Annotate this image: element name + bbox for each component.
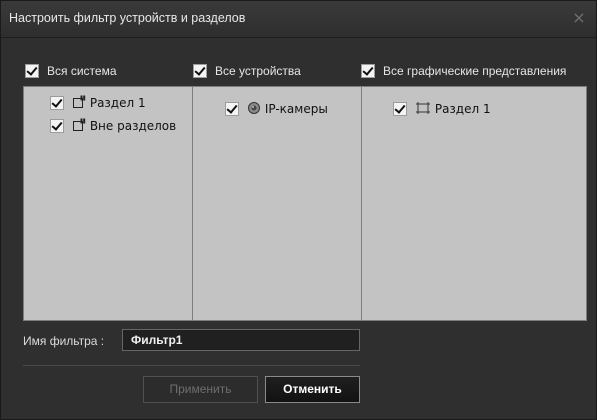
tree-item-outside-sections[interactable]: Вне разделов: [50, 118, 177, 133]
tree-item-graphic-section-1[interactable]: Раздел 1: [393, 101, 491, 116]
header-all-devices[interactable]: Все устройства: [193, 63, 301, 78]
divider: [23, 365, 360, 366]
outside-sections-label: Вне разделов: [89, 119, 177, 133]
section-icon: [72, 118, 86, 131]
all-devices-label: Все устройства: [215, 64, 301, 78]
apply-button[interactable]: Применить: [143, 376, 258, 403]
all-system-checkbox[interactable]: [25, 63, 39, 78]
filter-dialog: Настроить фильтр устройств и разделов × …: [0, 0, 597, 420]
header-all-graphics[interactable]: Все графические представления: [361, 63, 567, 78]
ip-cameras-label: IP-камеры: [264, 102, 328, 116]
section-1-label: Раздел 1: [89, 96, 146, 110]
tree-item-ip-cameras[interactable]: IP-камеры: [225, 101, 328, 116]
section-1-checkbox[interactable]: [50, 95, 64, 110]
cancel-button[interactable]: Отменить: [265, 376, 360, 403]
outside-sections-checkbox[interactable]: [50, 118, 64, 133]
all-devices-checkbox[interactable]: [193, 63, 207, 78]
graphic-section-1-checkbox[interactable]: [393, 101, 407, 116]
map-icon: [415, 102, 430, 114]
close-icon[interactable]: ×: [570, 9, 588, 27]
system-panel: Раздел 1 Вне разделов: [23, 86, 193, 321]
devices-panel: IP-камеры: [192, 86, 362, 321]
filter-name-input[interactable]: Фильтр1: [122, 329, 360, 351]
dialog-title: Настроить фильтр устройств и разделов: [9, 11, 246, 25]
filter-name-label: Имя фильтра :: [23, 334, 105, 348]
graphics-panel: Раздел 1: [361, 86, 587, 321]
tree-item-section-1[interactable]: Раздел 1: [50, 95, 146, 110]
camera-icon: [247, 102, 260, 114]
header-all-system[interactable]: Вся система: [25, 63, 117, 78]
all-graphics-label: Все графические представления: [383, 64, 567, 78]
section-icon: [72, 95, 86, 108]
graphic-section-1-label: Раздел 1: [434, 102, 491, 116]
all-graphics-checkbox[interactable]: [361, 63, 375, 78]
title-bar: Настроить фильтр устройств и разделов ×: [1, 1, 596, 38]
ip-cameras-checkbox[interactable]: [225, 101, 239, 116]
all-system-label: Вся система: [47, 64, 117, 78]
